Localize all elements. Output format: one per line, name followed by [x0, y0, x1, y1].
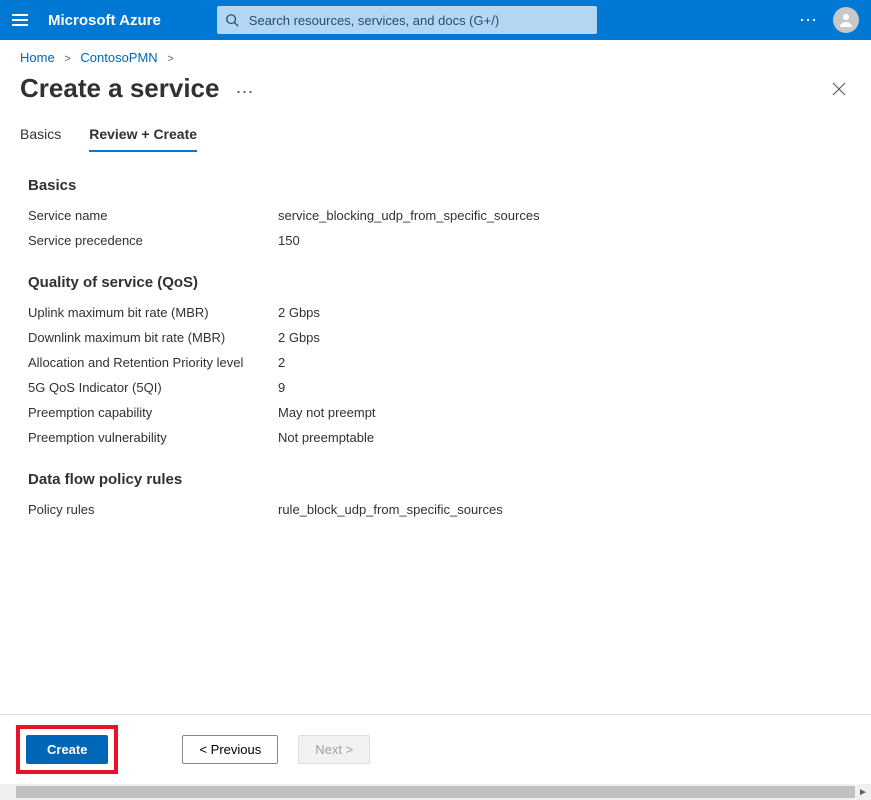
value-service-name: service_blocking_udp_from_specific_sourc… — [278, 208, 540, 223]
global-search[interactable] — [217, 6, 597, 34]
label-arp-level: Allocation and Retention Priority level — [28, 355, 278, 370]
value-uplink-mbr: 2 Gbps — [278, 305, 320, 320]
close-button[interactable] — [827, 77, 851, 101]
breadcrumb-resource[interactable]: ContosoPMN — [80, 50, 157, 65]
account-avatar[interactable] — [833, 7, 859, 33]
value-5qi: 9 — [278, 380, 285, 395]
breadcrumb-home[interactable]: Home — [20, 50, 55, 65]
section-rules-heading: Data flow policy rules — [28, 471, 851, 488]
wizard-footer: Create < Previous Next > — [0, 714, 871, 784]
label-preempt-vuln: Preemption vulnerability — [28, 430, 278, 445]
create-highlight: Create — [16, 725, 118, 774]
tab-review-create[interactable]: Review + Create — [89, 116, 197, 152]
value-arp-level: 2 — [278, 355, 285, 370]
menu-icon[interactable] — [12, 10, 32, 30]
chevron-right-icon: > — [167, 53, 173, 65]
create-button[interactable]: Create — [26, 735, 108, 764]
review-content: Basics Service nameservice_blocking_udp_… — [0, 153, 871, 714]
horizontal-scrollbar[interactable]: ◄ ► — [0, 784, 871, 800]
tab-basics[interactable]: Basics — [20, 116, 61, 152]
label-5qi: 5G QoS Indicator (5QI) — [28, 380, 278, 395]
label-policy-rules: Policy rules — [28, 502, 278, 517]
section-qos-heading: Quality of service (QoS) — [28, 274, 851, 291]
label-service-name: Service name — [28, 208, 278, 223]
value-preempt-cap: May not preempt — [278, 405, 376, 420]
search-input[interactable] — [247, 12, 589, 29]
value-downlink-mbr: 2 Gbps — [278, 330, 320, 345]
breadcrumb: Home > ContosoPMN > — [0, 40, 871, 69]
label-uplink-mbr: Uplink maximum bit rate (MBR) — [28, 305, 278, 320]
chevron-right-icon: > — [64, 53, 70, 65]
close-icon — [832, 82, 846, 96]
top-bar: Microsoft Azure ⋯ — [0, 0, 871, 40]
next-button: Next > — [298, 735, 370, 764]
section-basics-heading: Basics — [28, 177, 851, 194]
value-service-precedence: 150 — [278, 233, 300, 248]
more-icon[interactable]: ⋯ — [799, 11, 819, 29]
scroll-right-icon[interactable]: ► — [855, 784, 871, 800]
value-policy-rules: rule_block_udp_from_specific_sources — [278, 502, 503, 517]
scroll-thumb[interactable] — [16, 786, 855, 798]
person-icon — [838, 12, 854, 28]
label-service-precedence: Service precedence — [28, 233, 278, 248]
title-more-icon[interactable]: ⋯ — [235, 82, 255, 103]
label-downlink-mbr: Downlink maximum bit rate (MBR) — [28, 330, 278, 345]
previous-button[interactable]: < Previous — [182, 735, 278, 764]
brand-label: Microsoft Azure — [48, 12, 161, 29]
search-icon — [225, 13, 239, 27]
tab-bar: Basics Review + Create — [0, 116, 871, 153]
scroll-left-icon[interactable]: ◄ — [0, 784, 16, 800]
value-preempt-vuln: Not preemptable — [278, 430, 374, 445]
page-title: Create a service — [20, 73, 219, 104]
label-preempt-cap: Preemption capability — [28, 405, 278, 420]
